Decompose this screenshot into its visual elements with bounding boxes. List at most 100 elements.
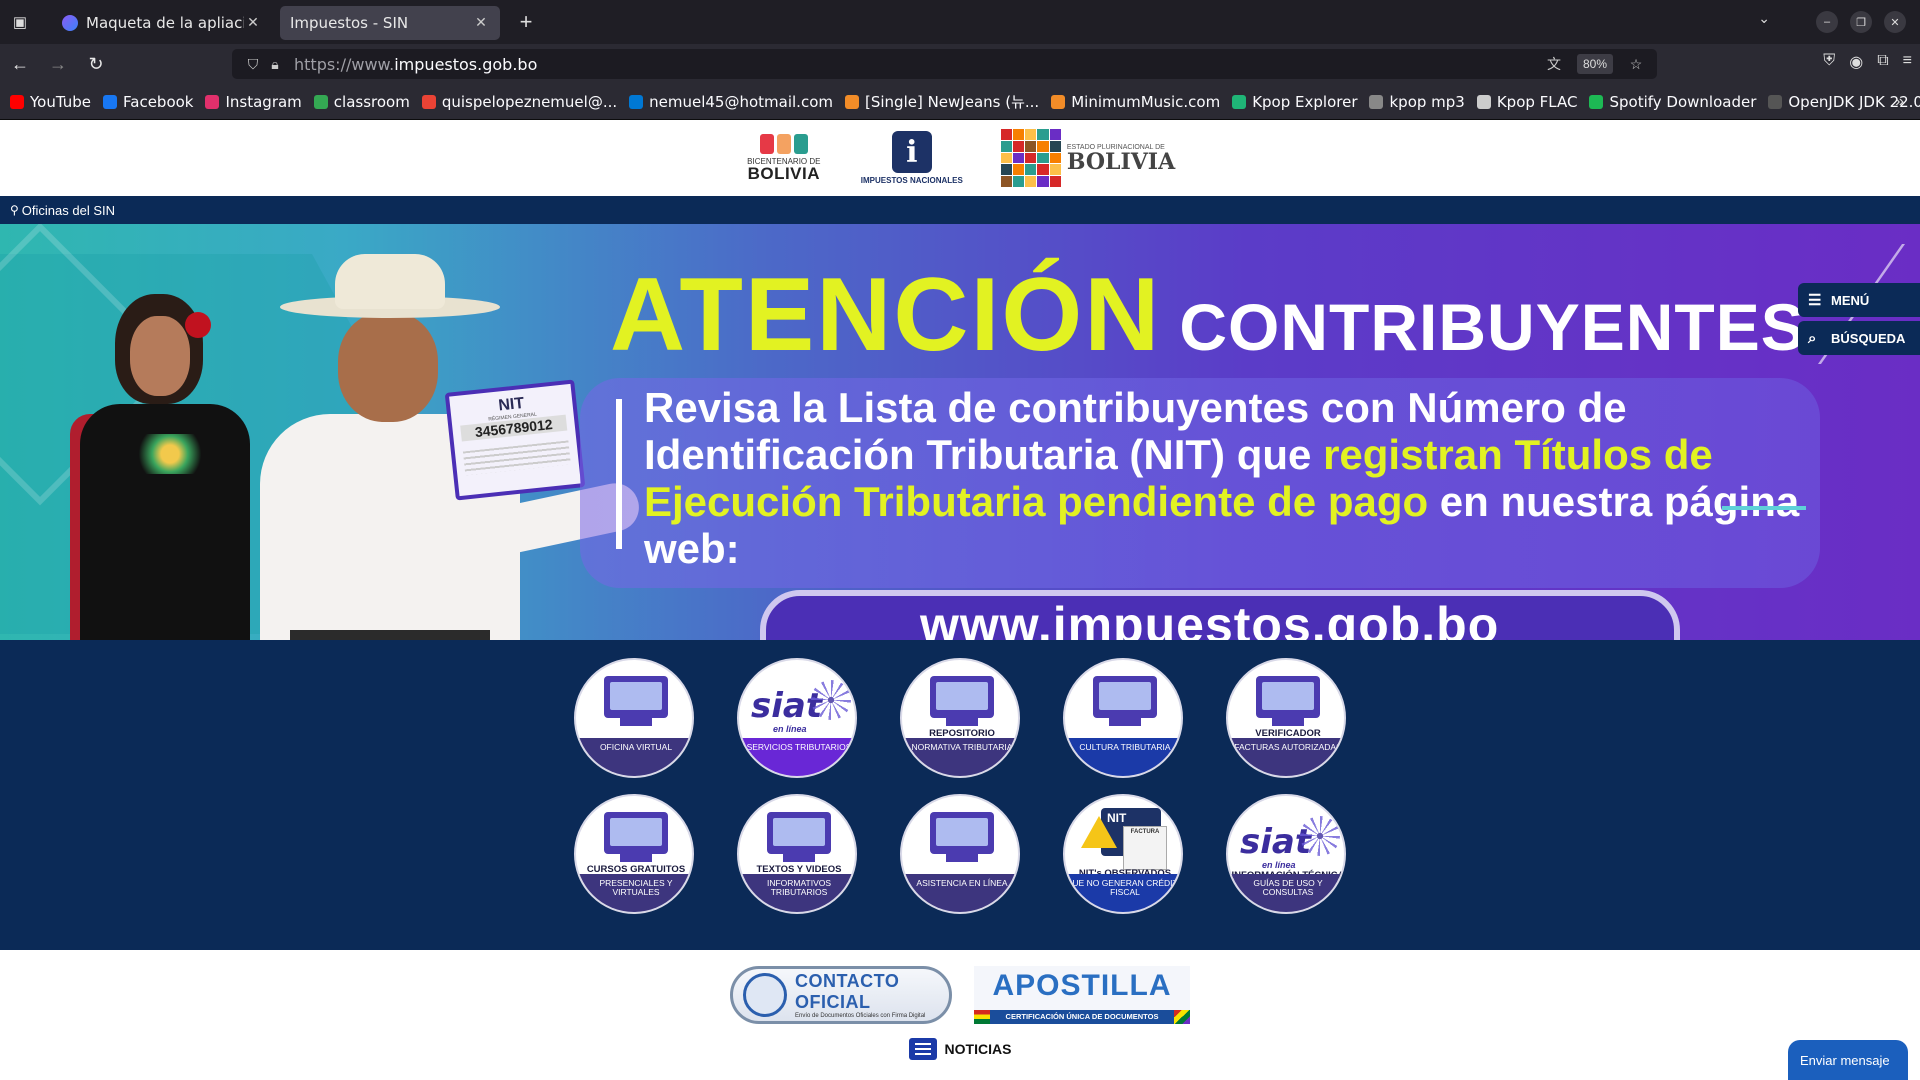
bookmark-item[interactable]: MinimumMusic.com bbox=[1051, 93, 1220, 111]
app-menu-icon[interactable]: ≡ bbox=[1903, 52, 1912, 72]
chevron-down-icon[interactable]: ⌄ bbox=[1758, 10, 1770, 27]
bookmark-favicon-icon bbox=[1476, 94, 1491, 109]
new-tab-icon[interactable]: + bbox=[510, 6, 542, 38]
hero-headline: ATENCIÓN CONTRIBUYENTES bbox=[610, 256, 1806, 375]
headline-contribuyentes: CONTRIBUYENTES bbox=[1179, 290, 1806, 364]
menu-button[interactable]: ☰ MENÚ bbox=[1798, 283, 1920, 317]
bookmark-item[interactable]: YouTube bbox=[10, 93, 91, 111]
send-message-button[interactable]: Enviar mensaje bbox=[1788, 1040, 1908, 1080]
in-monogram-icon: i bbox=[891, 131, 932, 173]
bookmark-item[interactable]: nemuel45@hotmail.com bbox=[629, 93, 833, 111]
bookmark-label: quispelopeznemuel@... bbox=[441, 92, 618, 111]
bookmark-item[interactable]: Instagram bbox=[205, 92, 302, 111]
reload-icon[interactable]: ↻ bbox=[78, 48, 114, 80]
forward-icon[interactable]: → bbox=[40, 48, 76, 80]
bookmark-label: classroom bbox=[333, 92, 410, 111]
siat-sub: en línea bbox=[1262, 860, 1296, 870]
bookmark-label: Spotify Downloader bbox=[1609, 92, 1757, 111]
bookmark-item[interactable]: [Single] NewJeans (뉴... bbox=[845, 91, 1039, 112]
bookmarks-overflow-icon[interactable]: » bbox=[1895, 93, 1904, 111]
service-illustration-icon bbox=[761, 806, 837, 864]
bookmark-item[interactable]: quispelopeznemuel@... bbox=[421, 92, 618, 111]
pocket-icon[interactable]: ⛨ bbox=[1823, 52, 1835, 72]
nit-card: NIT RÉGIMEN GENERAL 3456789012 bbox=[444, 379, 586, 501]
apostilla-banner[interactable]: APOSTILLA CERTIFICACIÓN ÚNICA DE DOCUMEN… bbox=[974, 966, 1190, 1024]
contacto-title: CONTACTO OFICIAL bbox=[795, 971, 900, 1012]
service-tile[interactable]: OFICINA VIRTUAL bbox=[574, 658, 694, 778]
bookmark-star-icon[interactable]: ☆ bbox=[1625, 56, 1647, 73]
tab-close-icon[interactable]: ✕ bbox=[472, 15, 490, 31]
service-illustration-icon bbox=[598, 806, 674, 864]
service-tile[interactable]: CURSOS GRATUITOS PRESENCIALES Y VIRTUALES bbox=[574, 794, 694, 914]
tab-impuestos[interactable]: Impuestos - SIN ✕ bbox=[280, 6, 500, 40]
search-label: BÚSQUEDA bbox=[1831, 330, 1906, 346]
address-bar[interactable]: ⛉ 🔒︎ https://www.impuestos.gob.bo 文 80% … bbox=[232, 49, 1657, 79]
bookmark-favicon-icon bbox=[629, 94, 644, 109]
bookmark-item[interactable]: Kpop Explorer bbox=[1232, 93, 1357, 111]
service-label: SERVICIOS TRIBUTARIOS bbox=[739, 738, 855, 776]
bookmark-favicon-icon bbox=[313, 94, 328, 109]
service-label: ASISTENCIA EN LÍNEA bbox=[902, 874, 1018, 912]
search-button[interactable]: ⌕ BÚSQUEDA bbox=[1798, 321, 1920, 355]
tab-maqueta[interactable]: Maqueta de la apliacion d ✕ bbox=[52, 6, 272, 40]
service-label: FACTURAS AUTORIZADAS bbox=[1228, 738, 1344, 776]
offices-link[interactable]: Oficinas del SIN bbox=[22, 203, 115, 218]
impuestos-nacionales-logo[interactable]: i IMPUESTOS NACIONALES bbox=[849, 129, 975, 187]
window-controls: – ❐ ✕ bbox=[1816, 11, 1906, 33]
service-tile[interactable]: REPOSITORIO NORMATIVA TRIBUTARIA bbox=[900, 658, 1020, 778]
service-illustration-icon bbox=[924, 670, 1000, 728]
service-label: GUÍAS DE USO Y CONSULTAS bbox=[1228, 874, 1344, 912]
account-icon[interactable]: ◉ bbox=[1849, 52, 1863, 72]
network-icon bbox=[811, 680, 851, 720]
warning-icon bbox=[1081, 816, 1117, 848]
tab-close-icon[interactable]: ✕ bbox=[244, 15, 262, 31]
service-tile[interactable]: siaten líneaINFORMACIÓN TÉCNICAGUÍAS DE … bbox=[1226, 794, 1346, 914]
service-illustration-icon bbox=[1250, 670, 1326, 728]
shield-icon[interactable]: ⛉ bbox=[242, 56, 264, 73]
hero-message: Revisa la Lista de contribuyentes con Nú… bbox=[644, 384, 1800, 572]
service-label: CULTURA TRIBUTARIA bbox=[1065, 738, 1181, 776]
bookmark-item[interactable]: kpop mp3 bbox=[1369, 93, 1465, 111]
network-icon bbox=[1300, 816, 1340, 856]
services-grid: OFICINA VIRTUAL siat en línea SERVICIOS TRI… bbox=[550, 658, 1370, 914]
tab-title: Impuestos - SIN bbox=[290, 14, 409, 32]
wiphala-flag-icon bbox=[1174, 1010, 1190, 1024]
bookmark-favicon-icon bbox=[845, 94, 859, 109]
zoom-level[interactable]: 80% bbox=[1576, 54, 1613, 74]
service-tile[interactable]: siat en línea SERVICIOS TRIBUTARIOS bbox=[737, 658, 857, 778]
bookmark-favicon-icon bbox=[1232, 94, 1247, 109]
bookmark-item[interactable]: Spotify Downloader bbox=[1589, 93, 1756, 111]
minimize-icon[interactable]: – bbox=[1816, 11, 1838, 33]
bookmark-item[interactable]: Kpop FLAC bbox=[1476, 93, 1577, 111]
search-icon: ⌕ bbox=[1808, 329, 1817, 347]
hero-banner[interactable]: NIT RÉGIMEN GENERAL 3456789012 ATENCIÓN C… bbox=[0, 224, 1920, 640]
translate-icon[interactable]: 文 bbox=[1543, 54, 1565, 74]
service-tile[interactable]: ASISTENCIA EN LÍNEA bbox=[900, 794, 1020, 914]
estado-bolivia-logo[interactable]: ESTADO PLURINACIONAL DE BOLIVIA bbox=[1000, 129, 1176, 187]
service-tile[interactable]: NITFACTURANIT's OBSERVADOSQUE NO GENERAN… bbox=[1063, 794, 1183, 914]
service-tile[interactable]: CULTURA TRIBUTARIA bbox=[1063, 658, 1183, 778]
bookmark-item[interactable]: classroom bbox=[313, 92, 410, 111]
bookmark-item[interactable]: Facebook bbox=[103, 93, 193, 111]
estado-main-text: BOLIVIA bbox=[1066, 148, 1176, 175]
service-illustration-icon bbox=[924, 806, 1000, 864]
tab-favicon-icon bbox=[62, 15, 78, 31]
contacto-oficial-banner[interactable]: CONTACTO OFICIAL Envío de Documentos Ofi… bbox=[730, 966, 952, 1024]
lock-icon[interactable]: 🔒︎ bbox=[264, 56, 286, 73]
message-panel-bar bbox=[616, 399, 622, 549]
service-tile[interactable]: TEXTOS Y VIDEOS INFORMATIVOS TRIBUTARIOS bbox=[737, 794, 857, 914]
tab-title: Maqueta de la apliacion d bbox=[86, 14, 244, 32]
bolivia-flag-icon bbox=[974, 1010, 990, 1024]
extensions-icon[interactable]: ⧉ bbox=[1877, 52, 1888, 72]
service-tile[interactable]: VERIFICADOR FACTURAS AUTORIZADAS bbox=[1226, 658, 1346, 778]
service-label: NORMATIVA TRIBUTARIA bbox=[902, 738, 1018, 776]
tab-list-icon[interactable]: ▣ bbox=[0, 0, 40, 44]
close-window-icon[interactable]: ✕ bbox=[1884, 11, 1906, 33]
restore-icon[interactable]: ❐ bbox=[1850, 11, 1872, 33]
siat-sub: en línea bbox=[773, 724, 807, 734]
bookmark-label: Instagram bbox=[225, 92, 302, 111]
back-icon[interactable]: ← bbox=[2, 48, 38, 80]
browser-nav-bar: ← → ↻ ⛉ 🔒︎ https://www.impuestos.gob.bo … bbox=[0, 44, 1920, 84]
bicentenario-logo[interactable]: BICENTENARIO DE BOLIVIA bbox=[745, 129, 823, 187]
url-text[interactable]: https://www.impuestos.gob.bo bbox=[294, 55, 1543, 74]
